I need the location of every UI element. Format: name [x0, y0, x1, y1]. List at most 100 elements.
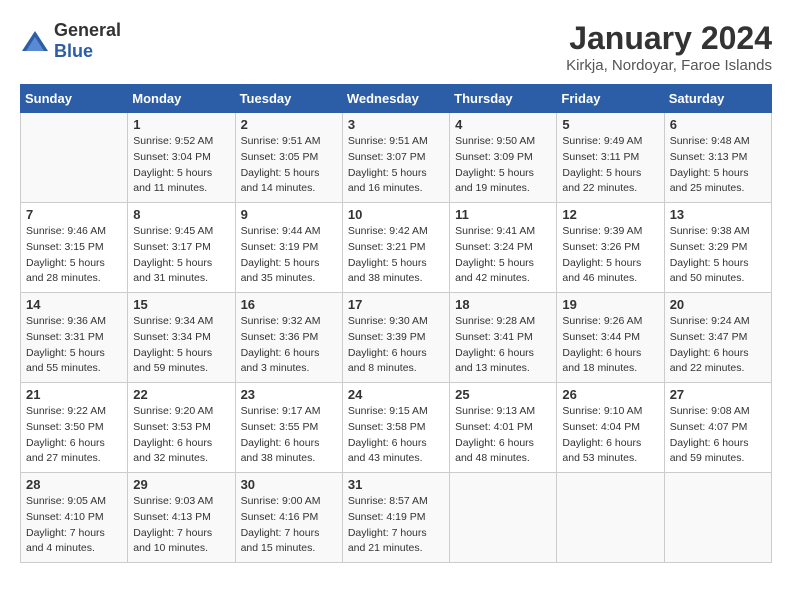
day-number: 17: [348, 297, 444, 312]
day-number: 31: [348, 477, 444, 492]
calendar-cell: 13Sunrise: 9:38 AMSunset: 3:29 PMDayligh…: [664, 203, 771, 293]
calendar-cell: 15 Sunrise: 9:34 AMSunset: 3:34 PMDayligh…: [128, 293, 235, 383]
calendar-cell: 12 Sunrise: 9:39 AMSunset: 3:26 PMDayligh…: [557, 203, 664, 293]
day-number: 3: [348, 117, 444, 132]
day-info: Sunrise: 9:20 AMSunset: 3:53 PMDaylight:…: [133, 404, 229, 467]
weekday-header: Thursday: [450, 85, 557, 113]
location-title: Kirkja, Nordoyar, Faroe Islands: [566, 57, 772, 74]
day-number: 24: [348, 387, 444, 402]
day-number: 20: [670, 297, 766, 312]
day-number: 6: [670, 117, 766, 132]
day-info: Sunrise: 9:13 AMSunset: 4:01 PMDaylight:…: [455, 404, 551, 467]
weekday-header: Friday: [557, 85, 664, 113]
day-info: Sunrise: 9:51 AMSunset: 3:05 PMDaylight:…: [241, 134, 337, 197]
day-info: Sunrise: 9:10 AMSunset: 4:04 PMDaylight:…: [562, 404, 658, 467]
day-number: 19: [562, 297, 658, 312]
day-info: Sunrise: 9:45 AMSunset: 3:17 PMDaylight:…: [133, 224, 229, 287]
month-title: January 2024: [566, 20, 772, 57]
logo-blue: Blue: [54, 41, 93, 61]
day-info: Sunrise: 9:52 AMSunset: 3:04 PMDaylight:…: [133, 134, 229, 197]
day-info: Sunrise: 9:36 AMSunset: 3:31 PMDaylight:…: [26, 314, 122, 377]
day-info: Sunrise: 9:00 AMSunset: 4:16 PMDaylight:…: [241, 494, 337, 557]
calendar-body: 1 Sunrise: 9:52 AMSunset: 3:04 PMDaylight…: [21, 113, 772, 563]
day-info: Sunrise: 9:24 AMSunset: 3:47 PMDaylight:…: [670, 314, 766, 377]
calendar-cell: 30 Sunrise: 9:00 AMSunset: 4:16 PMDayligh…: [235, 473, 342, 563]
calendar-cell: 24 Sunrise: 9:15 AMSunset: 3:58 PMDayligh…: [342, 383, 449, 473]
weekday-header: Wednesday: [342, 85, 449, 113]
day-number: 25: [455, 387, 551, 402]
calendar-cell: 6 Sunrise: 9:48 AMSunset: 3:13 PMDaylight…: [664, 113, 771, 203]
day-number: 10: [348, 207, 444, 222]
calendar-cell: 27 Sunrise: 9:08 AMSunset: 4:07 PMDayligh…: [664, 383, 771, 473]
calendar-header-row: SundayMondayTuesdayWednesdayThursdayFrid…: [21, 85, 772, 113]
logo: General Blue: [20, 20, 121, 62]
calendar-cell: 2Sunrise: 9:51 AMSunset: 3:05 PMDaylight…: [235, 113, 342, 203]
day-number: 27: [670, 387, 766, 402]
day-info: Sunrise: 9:28 AMSunset: 3:41 PMDaylight:…: [455, 314, 551, 377]
calendar-cell: 26 Sunrise: 9:10 AMSunset: 4:04 PMDayligh…: [557, 383, 664, 473]
day-number: 22: [133, 387, 229, 402]
calendar-cell: 21 Sunrise: 9:22 AMSunset: 3:50 PMDayligh…: [21, 383, 128, 473]
header: General Blue January 2024 Kirkja, Nordoy…: [20, 20, 772, 74]
day-number: 15: [133, 297, 229, 312]
day-number: 16: [241, 297, 337, 312]
day-number: 5: [562, 117, 658, 132]
calendar-cell: [21, 113, 128, 203]
calendar-cell: 10 Sunrise: 9:42 AMSunset: 3:21 PMDayligh…: [342, 203, 449, 293]
day-number: 28: [26, 477, 122, 492]
day-info: Sunrise: 9:15 AMSunset: 3:58 PMDaylight:…: [348, 404, 444, 467]
logo-general: General: [54, 20, 121, 40]
day-number: 4: [455, 117, 551, 132]
calendar-cell: 4Sunrise: 9:50 AMSunset: 3:09 PMDaylight…: [450, 113, 557, 203]
day-info: Sunrise: 9:05 AMSunset: 4:10 PMDaylight:…: [26, 494, 122, 557]
day-number: 1: [133, 117, 229, 132]
day-info: Sunrise: 9:41 AMSunset: 3:24 PMDaylight:…: [455, 224, 551, 287]
calendar-cell: 16 Sunrise: 9:32 AMSunset: 3:36 PMDayligh…: [235, 293, 342, 383]
logo-icon: [20, 29, 50, 54]
day-number: 7: [26, 207, 122, 222]
calendar-cell: 23Sunrise: 9:17 AMSunset: 3:55 PMDayligh…: [235, 383, 342, 473]
calendar-cell: [557, 473, 664, 563]
day-info: Sunrise: 9:03 AMSunset: 4:13 PMDaylight:…: [133, 494, 229, 557]
calendar-cell: 11 Sunrise: 9:41 AMSunset: 3:24 PMDayligh…: [450, 203, 557, 293]
day-info: Sunrise: 9:42 AMSunset: 3:21 PMDaylight:…: [348, 224, 444, 287]
calendar-cell: 28 Sunrise: 9:05 AMSunset: 4:10 PMDayligh…: [21, 473, 128, 563]
calendar-week-row: 14Sunrise: 9:36 AMSunset: 3:31 PMDayligh…: [21, 293, 772, 383]
day-number: 13: [670, 207, 766, 222]
day-number: 26: [562, 387, 658, 402]
calendar-week-row: 21 Sunrise: 9:22 AMSunset: 3:50 PMDayligh…: [21, 383, 772, 473]
calendar-cell: 8 Sunrise: 9:45 AMSunset: 3:17 PMDaylight…: [128, 203, 235, 293]
day-number: 29: [133, 477, 229, 492]
day-number: 12: [562, 207, 658, 222]
day-number: 21: [26, 387, 122, 402]
day-number: 11: [455, 207, 551, 222]
calendar-cell: 17 Sunrise: 9:30 AMSunset: 3:39 PMDayligh…: [342, 293, 449, 383]
day-info: Sunrise: 9:48 AMSunset: 3:13 PMDaylight:…: [670, 134, 766, 197]
day-info: Sunrise: 9:46 AMSunset: 3:15 PMDaylight:…: [26, 224, 122, 287]
day-info: Sunrise: 9:22 AMSunset: 3:50 PMDaylight:…: [26, 404, 122, 467]
day-info: Sunrise: 9:44 AMSunset: 3:19 PMDaylight:…: [241, 224, 337, 287]
title-area: January 2024 Kirkja, Nordoyar, Faroe Isl…: [566, 20, 772, 74]
weekday-header: Monday: [128, 85, 235, 113]
weekday-header: Saturday: [664, 85, 771, 113]
calendar-cell: 22 Sunrise: 9:20 AMSunset: 3:53 PMDayligh…: [128, 383, 235, 473]
day-info: Sunrise: 9:30 AMSunset: 3:39 PMDaylight:…: [348, 314, 444, 377]
day-number: 18: [455, 297, 551, 312]
day-number: 23: [241, 387, 337, 402]
day-info: Sunrise: 9:39 AMSunset: 3:26 PMDaylight:…: [562, 224, 658, 287]
day-number: 9: [241, 207, 337, 222]
day-info: Sunrise: 9:34 AMSunset: 3:34 PMDaylight:…: [133, 314, 229, 377]
day-info: Sunrise: 9:08 AMSunset: 4:07 PMDaylight:…: [670, 404, 766, 467]
calendar-cell: [450, 473, 557, 563]
calendar-week-row: 28 Sunrise: 9:05 AMSunset: 4:10 PMDayligh…: [21, 473, 772, 563]
calendar-cell: 25 Sunrise: 9:13 AMSunset: 4:01 PMDayligh…: [450, 383, 557, 473]
day-info: Sunrise: 8:57 AMSunset: 4:19 PMDaylight:…: [348, 494, 444, 557]
calendar-cell: [664, 473, 771, 563]
weekday-header: Tuesday: [235, 85, 342, 113]
calendar-cell: 9 Sunrise: 9:44 AMSunset: 3:19 PMDaylight…: [235, 203, 342, 293]
day-number: 30: [241, 477, 337, 492]
day-info: Sunrise: 9:26 AMSunset: 3:44 PMDaylight:…: [562, 314, 658, 377]
day-number: 8: [133, 207, 229, 222]
day-info: Sunrise: 9:32 AMSunset: 3:36 PMDaylight:…: [241, 314, 337, 377]
calendar-cell: 3Sunrise: 9:51 AMSunset: 3:07 PMDaylight…: [342, 113, 449, 203]
